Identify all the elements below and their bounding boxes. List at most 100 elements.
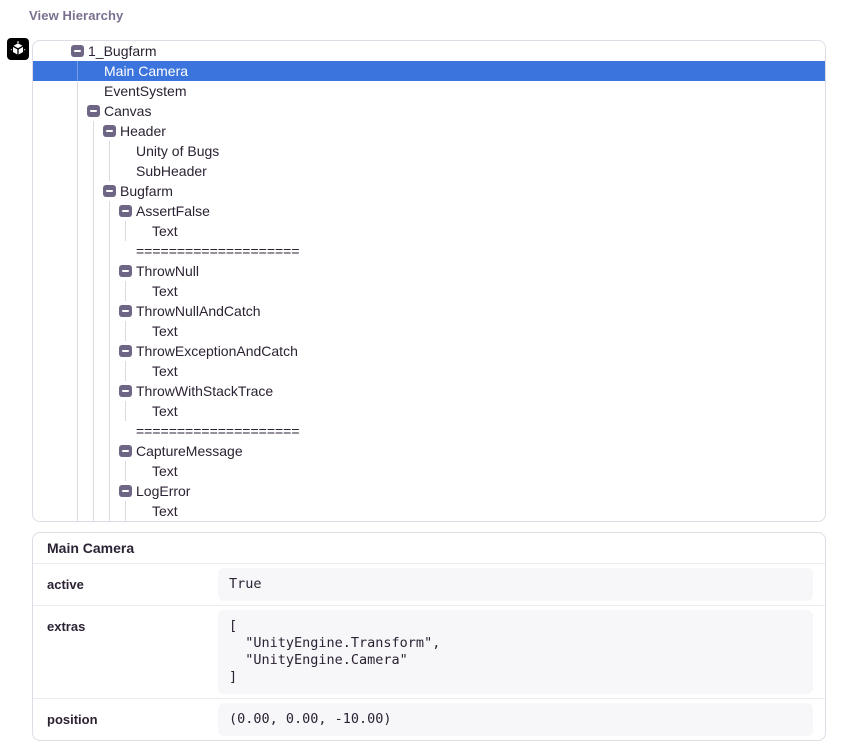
indent-guide xyxy=(77,201,78,221)
indent-guide xyxy=(77,501,78,521)
tree-node[interactable]: ThrowWithStackTrace xyxy=(33,381,825,401)
indent-guide xyxy=(109,421,110,441)
collapse-toggle-icon[interactable] xyxy=(119,345,132,357)
collapse-toggle-icon[interactable] xyxy=(71,45,84,57)
tree-node[interactable]: LogError xyxy=(33,481,825,501)
indent-guide xyxy=(93,201,94,221)
node-details-panel: Main Camera activeTrueextras[ "UnityEngi… xyxy=(32,532,826,741)
indent-guide xyxy=(77,421,78,441)
tree-node[interactable]: CaptureMessage xyxy=(33,441,825,461)
tree-node[interactable]: ==================== xyxy=(33,241,825,261)
view-hierarchy-tree-panel: 1_BugfarmMain CameraEventSystemCanvasHea… xyxy=(32,40,826,522)
indent-guide xyxy=(109,141,110,161)
collapse-toggle-icon[interactable] xyxy=(103,185,116,197)
tree-node-label: LogError xyxy=(136,481,190,501)
tree-node-label: Text xyxy=(152,361,178,381)
detail-key: extras xyxy=(45,610,218,634)
indent-guide xyxy=(77,401,78,421)
tree-node[interactable]: Main Camera xyxy=(33,61,825,81)
tree-node-label: Main Camera xyxy=(104,61,188,81)
tree-node-label: SubHeader xyxy=(136,161,207,181)
indent-guide xyxy=(109,321,110,341)
tree-node-label: ThrowNullAndCatch xyxy=(136,301,261,321)
indent-guide xyxy=(93,241,94,261)
tree-node[interactable]: Header xyxy=(33,121,825,141)
tree-node[interactable]: 1_Bugfarm xyxy=(33,41,825,61)
indent-guide xyxy=(109,401,110,421)
tree-node-label: Unity of Bugs xyxy=(136,141,219,161)
indent-guide xyxy=(77,481,78,501)
indent-guide xyxy=(109,161,110,181)
tree-node[interactable]: AssertFalse xyxy=(33,201,825,221)
indent-guide xyxy=(125,401,126,421)
indent-guide xyxy=(93,141,94,161)
detail-row: position(0.00, 0.00, -10.00) xyxy=(33,698,825,740)
tree-node[interactable]: SubHeader xyxy=(33,161,825,181)
detail-value: True xyxy=(218,568,813,601)
tree-node[interactable]: Unity of Bugs xyxy=(33,141,825,161)
indent-guide xyxy=(93,461,94,481)
indent-guide xyxy=(77,441,78,461)
indent-guide xyxy=(109,501,110,521)
indent-guide xyxy=(77,141,78,161)
collapse-toggle-icon[interactable] xyxy=(103,125,116,137)
detail-value: [ "UnityEngine.Transform", "UnityEngine.… xyxy=(218,610,813,694)
indent-guide xyxy=(93,361,94,381)
tree-node[interactable]: Text xyxy=(33,221,825,241)
tree-node[interactable]: Text xyxy=(33,321,825,341)
collapse-toggle-icon[interactable] xyxy=(119,265,132,277)
detail-key: active xyxy=(45,568,218,592)
tree-node-label: Text xyxy=(152,221,178,241)
tree-node-label: ThrowWithStackTrace xyxy=(136,381,273,401)
tree-node[interactable]: ThrowExceptionAndCatch xyxy=(33,341,825,361)
indent-guide xyxy=(109,441,110,461)
indent-guide xyxy=(93,181,94,201)
collapse-toggle-icon[interactable] xyxy=(119,305,132,317)
indent-guide xyxy=(77,341,78,361)
indent-guide xyxy=(93,481,94,501)
indent-guide xyxy=(77,461,78,481)
indent-guide xyxy=(125,281,126,301)
tree-node[interactable]: Text xyxy=(33,281,825,301)
collapse-toggle-icon[interactable] xyxy=(119,205,132,217)
tree-node[interactable]: ThrowNullAndCatch xyxy=(33,301,825,321)
collapse-toggle-icon[interactable] xyxy=(119,385,132,397)
tree-node[interactable]: ==================== xyxy=(33,421,825,441)
tree-node[interactable]: Text xyxy=(33,501,825,521)
indent-guide xyxy=(93,401,94,421)
tree-node-label: Text xyxy=(152,321,178,341)
indent-guide xyxy=(125,221,126,241)
tree-node[interactable]: Bugfarm xyxy=(33,181,825,201)
tree-node-label: CaptureMessage xyxy=(136,441,243,461)
indent-guide xyxy=(109,201,110,221)
indent-guide xyxy=(109,361,110,381)
hierarchy-tree: 1_BugfarmMain CameraEventSystemCanvasHea… xyxy=(33,41,825,521)
detail-key: position xyxy=(45,703,218,727)
indent-guide xyxy=(77,181,78,201)
tree-node[interactable]: Text xyxy=(33,401,825,421)
indent-guide xyxy=(93,121,94,141)
tree-node[interactable]: Canvas xyxy=(33,101,825,121)
indent-guide xyxy=(93,161,94,181)
indent-guide xyxy=(77,261,78,281)
indent-guide xyxy=(93,341,94,361)
tree-node-label: Text xyxy=(152,401,178,421)
indent-guide xyxy=(109,241,110,261)
indent-guide xyxy=(77,161,78,181)
indent-guide xyxy=(125,461,126,481)
tree-node[interactable]: Text xyxy=(33,361,825,381)
tree-node-label: ==================== xyxy=(136,241,300,261)
tree-node-label: Header xyxy=(120,121,166,141)
tree-node[interactable]: EventSystem xyxy=(33,81,825,101)
indent-guide xyxy=(125,321,126,341)
collapse-toggle-icon[interactable] xyxy=(119,445,132,457)
tree-node[interactable]: Text xyxy=(33,461,825,481)
collapse-toggle-icon[interactable] xyxy=(119,485,132,497)
collapse-toggle-icon[interactable] xyxy=(87,105,100,117)
indent-guide xyxy=(93,221,94,241)
tree-node-label: Text xyxy=(152,461,178,481)
tree-node-label: ThrowNull xyxy=(136,261,199,281)
tree-node[interactable]: ThrowNull xyxy=(33,261,825,281)
tree-node-label: EventSystem xyxy=(104,81,186,101)
indent-guide xyxy=(77,241,78,261)
